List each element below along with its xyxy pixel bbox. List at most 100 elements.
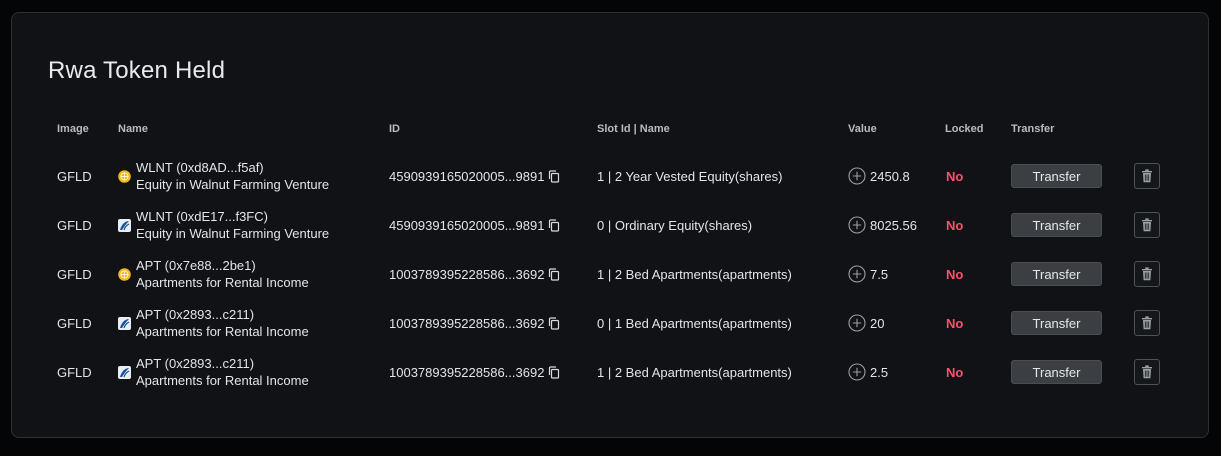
delete-button[interactable] — [1134, 163, 1160, 189]
row-delete-cell — [1134, 301, 1160, 345]
row-id-cell: 4590939165020005...9891 — [389, 154, 560, 198]
row-transfer-cell: Transfer — [1011, 350, 1102, 394]
token-symbol-address: APT (0x2893...c211) — [136, 307, 255, 322]
row-name-cell: APT (0x7e88...2be1) Apartments for Renta… — [118, 252, 309, 296]
row-image: GFLD — [57, 315, 92, 331]
transfer-button[interactable]: Transfer — [1011, 360, 1102, 384]
table-row: GFLD WLNT (0xd8AD...f5af) Equity in Waln… — [12, 154, 1208, 198]
token-id: 1003789395228586...3692 — [389, 266, 545, 282]
token-symbol-address: APT (0x2893...c211) — [136, 356, 255, 371]
add-value-icon[interactable] — [848, 167, 866, 185]
row-delete-cell — [1134, 154, 1160, 198]
copy-icon[interactable] — [548, 218, 560, 232]
locked-status: No — [946, 364, 964, 380]
row-id-cell: 1003789395228586...3692 — [389, 301, 560, 345]
header-slot: Slot Id | Name — [597, 123, 670, 135]
table-row: GFLD APT (0x2893...c211) Apartments for … — [12, 301, 1208, 345]
add-value-icon[interactable] — [848, 314, 866, 332]
header-locked: Locked — [945, 123, 984, 135]
header-image: Image — [57, 123, 89, 135]
row-image: GFLD — [57, 168, 92, 184]
locked-status: No — [946, 217, 964, 233]
row-name-cell: WLNT (0xdE17...f3FC) Equity in Walnut Fa… — [118, 203, 329, 247]
trash-icon — [1141, 365, 1153, 379]
trash-icon — [1141, 267, 1153, 281]
token-description: Equity in Walnut Farming Venture — [136, 226, 330, 241]
row-name-cell: APT (0x2893...c211) Apartments for Renta… — [118, 350, 309, 394]
token-id: 4590939165020005...9891 — [389, 168, 545, 184]
copy-icon[interactable] — [548, 365, 560, 379]
add-value-icon[interactable] — [848, 363, 866, 381]
copy-icon[interactable] — [548, 316, 560, 330]
table-row: GFLD APT (0x2893...c211) Apartments for … — [12, 350, 1208, 394]
token-symbol-address: APT (0x7e88...2be1) — [136, 258, 256, 273]
transfer-button[interactable]: Transfer — [1011, 262, 1102, 286]
row-slot: 1 | 2 Bed Apartments(apartments) — [597, 364, 792, 380]
table-row: GFLD APT (0x7e88...2be1) Apartments for … — [12, 252, 1208, 296]
transfer-button[interactable]: Transfer — [1011, 213, 1102, 237]
gold-coin-icon — [118, 169, 131, 183]
token-id: 4590939165020005...9891 — [389, 217, 545, 233]
header-id: ID — [389, 123, 400, 135]
blue-logo-icon — [118, 365, 131, 379]
locked-status: No — [946, 168, 964, 184]
token-symbol-address: WLNT (0xdE17...f3FC) — [136, 209, 268, 224]
token-description: Apartments for Rental Income — [136, 373, 309, 388]
delete-button[interactable] — [1134, 310, 1160, 336]
row-value-cell: 20 — [848, 301, 884, 345]
row-id-cell: 1003789395228586...3692 — [389, 350, 560, 394]
row-image: GFLD — [57, 266, 92, 282]
rwa-token-card: Rwa Token Held Image Name ID Slot Id | N… — [11, 12, 1209, 438]
row-slot: 0 | 1 Bed Apartments(apartments) — [597, 315, 792, 331]
header-value: Value — [848, 123, 877, 135]
trash-icon — [1141, 316, 1153, 330]
delete-button[interactable] — [1134, 212, 1160, 238]
token-value: 7.5 — [870, 266, 889, 282]
row-transfer-cell: Transfer — [1011, 154, 1102, 198]
token-value: 8025.56 — [870, 217, 917, 233]
trash-icon — [1141, 218, 1153, 232]
row-value-cell: 7.5 — [848, 252, 888, 296]
token-id: 1003789395228586...3692 — [389, 364, 545, 380]
token-value: 2450.8 — [870, 168, 910, 184]
add-value-icon[interactable] — [848, 216, 866, 234]
token-description: Apartments for Rental Income — [136, 275, 309, 290]
copy-icon[interactable] — [548, 267, 560, 281]
token-description: Equity in Walnut Farming Venture — [136, 177, 330, 192]
row-transfer-cell: Transfer — [1011, 301, 1102, 345]
row-transfer-cell: Transfer — [1011, 252, 1102, 296]
token-symbol-address: WLNT (0xd8AD...f5af) — [136, 160, 264, 175]
delete-button[interactable] — [1134, 359, 1160, 385]
row-value-cell: 2450.8 — [848, 154, 910, 198]
row-value-cell: 8025.56 — [848, 203, 917, 247]
token-value: 2.5 — [870, 364, 889, 380]
row-id-cell: 1003789395228586...3692 — [389, 252, 560, 296]
row-slot: 1 | 2 Year Vested Equity(shares) — [597, 168, 783, 184]
blue-logo-icon — [118, 218, 131, 232]
transfer-button[interactable]: Transfer — [1011, 311, 1102, 335]
transfer-button[interactable]: Transfer — [1011, 164, 1102, 188]
row-name-cell: APT (0x2893...c211) Apartments for Renta… — [118, 301, 309, 345]
row-slot: 1 | 2 Bed Apartments(apartments) — [597, 266, 792, 282]
token-value: 20 — [870, 315, 885, 331]
token-id: 1003789395228586...3692 — [389, 315, 545, 331]
row-transfer-cell: Transfer — [1011, 203, 1102, 247]
page-title: Rwa Token Held — [48, 57, 226, 84]
copy-icon[interactable] — [548, 169, 560, 183]
row-image: GFLD — [57, 217, 92, 233]
add-value-icon[interactable] — [848, 265, 866, 283]
token-description: Apartments for Rental Income — [136, 324, 309, 339]
locked-status: No — [946, 315, 964, 331]
table-row: GFLD WLNT (0xdE17...f3FC) Equity in Waln… — [12, 203, 1208, 247]
locked-status: No — [946, 266, 964, 282]
row-value-cell: 2.5 — [848, 350, 888, 394]
row-id-cell: 4590939165020005...9891 — [389, 203, 560, 247]
row-delete-cell — [1134, 203, 1160, 247]
trash-icon — [1141, 169, 1153, 183]
row-delete-cell — [1134, 252, 1160, 296]
gold-coin-icon — [118, 267, 131, 281]
delete-button[interactable] — [1134, 261, 1160, 287]
header-name: Name — [118, 123, 148, 135]
row-image: GFLD — [57, 364, 92, 380]
blue-logo-icon — [118, 316, 131, 330]
